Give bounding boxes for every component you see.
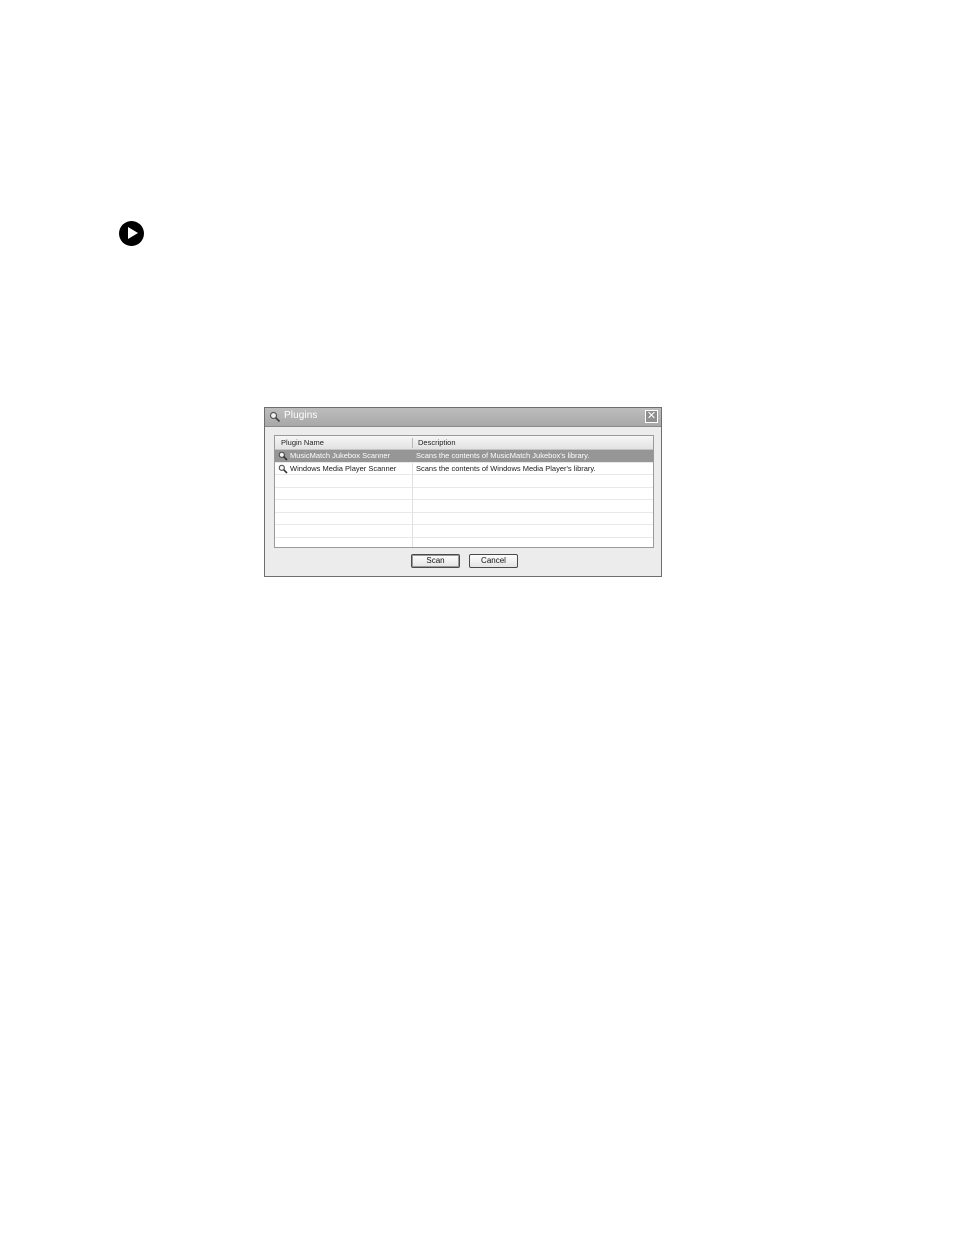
empty-row <box>275 500 653 513</box>
plugins-dialog: Plugins ✕ Plugin Name Description MusicM… <box>264 407 662 577</box>
list-item-windows-media-player[interactable]: Windows Media Player Scanner Scans the c… <box>275 463 653 475</box>
arrow-bullet-icon <box>119 221 144 246</box>
empty-row <box>275 538 653 548</box>
cancel-button[interactable]: Cancel <box>469 554 518 568</box>
magnifier-icon <box>278 451 288 461</box>
empty-row <box>275 525 653 538</box>
close-icon: ✕ <box>646 410 657 422</box>
column-header-description[interactable]: Description <box>418 436 456 449</box>
column-header-plugin-name[interactable]: Plugin Name <box>281 436 324 449</box>
close-button[interactable]: ✕ <box>645 410 658 423</box>
plugins-list[interactable]: Plugin Name Description MusicMatch Jukeb… <box>274 435 654 548</box>
magnifier-icon <box>278 464 288 474</box>
column-divider[interactable] <box>412 438 413 448</box>
list-header: Plugin Name Description <box>275 436 653 450</box>
plugin-name: MusicMatch Jukebox Scanner <box>290 451 391 460</box>
list-item-musicmatch[interactable]: MusicMatch Jukebox Scanner Scans the con… <box>275 450 653 463</box>
empty-row <box>275 513 653 525</box>
magnifier-icon <box>269 411 281 423</box>
empty-row <box>275 475 653 488</box>
empty-row <box>275 488 653 500</box>
list-rows: MusicMatch Jukebox Scanner Scans the con… <box>275 450 653 547</box>
plugin-name: Windows Media Player Scanner <box>290 463 397 473</box>
plugin-description: Scans the contents of MusicMatch Jukebox… <box>416 451 590 460</box>
plugin-description: Scans the contents of Windows Media Play… <box>416 463 596 473</box>
dialog-title: Plugins <box>284 410 318 421</box>
dialog-titlebar[interactable]: Plugins ✕ <box>265 408 661 427</box>
scan-button[interactable]: Scan <box>411 554 460 568</box>
